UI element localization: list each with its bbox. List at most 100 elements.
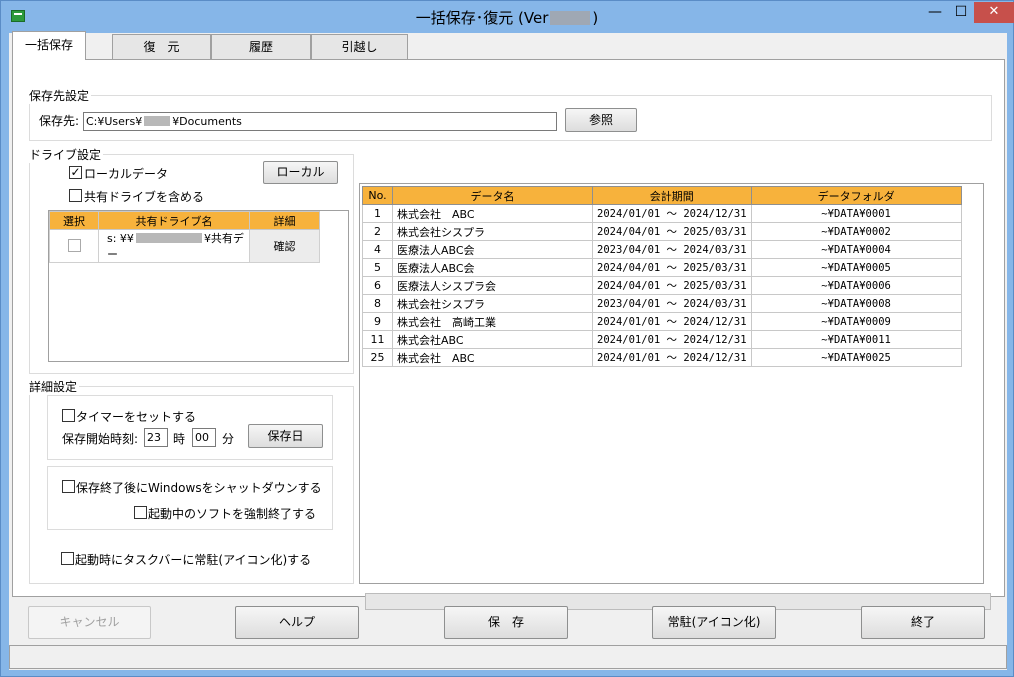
table-row[interactable]: 8 株式会社シスプラ 2023/04/01 ～ 2024/03/31 ~¥DATA¥0… (362, 294, 962, 313)
table-row[interactable]: 6 医療法人シスプラ会 2024/04/01 ～ 2025/03/31 ~¥DATA¥… (362, 276, 962, 295)
force-quit-checkbox[interactable] (134, 506, 147, 519)
taskbar-checkbox[interactable] (61, 552, 74, 565)
col-data-name: データ名 (392, 186, 593, 205)
row-folder-cell: ~¥DATA¥0008 (750, 294, 962, 313)
drive-select-checkbox[interactable] (67, 239, 81, 252)
table-row[interactable]: 2 株式会社シスプラ 2024/04/01 ～ 2025/03/31 ~¥DATA¥0… (362, 222, 962, 241)
row-name-cell: 医療法人ABC会 (392, 258, 593, 277)
minimize-button[interactable]: — (922, 2, 948, 23)
detail-settings-title: 詳細設定 (29, 378, 80, 395)
col-data-folder: データフォルダ (750, 186, 962, 205)
drive-settings-title: ドライブ設定 (29, 146, 104, 163)
tab-history[interactable]: 履歴 (211, 34, 311, 59)
row-no-cell: 25 (362, 348, 393, 367)
cancel-button[interactable]: キャンセル (28, 606, 151, 639)
row-period-cell: 2024/01/01 ～ 2024/12/31 (592, 204, 752, 223)
row-no-cell: 6 (362, 276, 393, 295)
col-no: No. (362, 186, 393, 205)
row-name-cell: 株式会社シスプラ (392, 222, 593, 241)
shutdown-label: 保存終了後にWindowsをシャットダウンする (76, 481, 322, 495)
tab-restore[interactable]: 復 元 (112, 34, 211, 59)
shared-drive-table: 選択 共有ドライブ名 詳細 s: ¥¥ ¥共有デー 確認 (49, 211, 320, 263)
save-day-button[interactable]: 保存日 (248, 424, 323, 448)
tab-migration[interactable]: 引越し (311, 34, 408, 59)
browse-button[interactable]: 参照 (565, 108, 637, 132)
maximize-button[interactable]: ☐ (948, 2, 974, 23)
close-button[interactable]: ✕ (974, 2, 1014, 23)
save-path-suffix: ¥Documents (172, 115, 242, 128)
resident-button[interactable]: 常駐(アイコン化) (652, 606, 776, 639)
local-data-label: ローカルデータ (84, 167, 169, 181)
row-period-cell: 2024/04/01 ～ 2025/03/31 (592, 276, 752, 295)
row-folder-cell: ~¥DATA¥0001 (750, 204, 962, 223)
help-button[interactable]: ヘルプ (235, 606, 359, 639)
select-cell[interactable] (49, 229, 99, 263)
row-name-cell: 株式会社 ABC (392, 204, 593, 223)
row-no-cell: 2 (362, 222, 393, 241)
start-time-label: 保存開始時刻: (62, 432, 139, 446)
local-button[interactable]: ローカル (263, 161, 338, 184)
row-folder-cell: ~¥DATA¥0005 (750, 258, 962, 277)
hour-unit: 時 (173, 432, 186, 446)
row-period-cell: 2024/01/01 ～ 2024/12/31 (592, 348, 752, 367)
row-name-cell: 医療法人シスプラ会 (392, 276, 593, 295)
shared-drive-name-cell: s: ¥¥ ¥共有デー (98, 229, 250, 263)
status-bar (9, 645, 1007, 669)
table-row[interactable]: 4 医療法人ABC会 2023/04/01 ～ 2024/03/31 ~¥DATA¥0… (362, 240, 962, 259)
row-name-cell: 株式会社 高崎工業 (392, 312, 593, 331)
data-table: No. データ名 会計期間 データフォルダ 1 株式会社 ABC 2024/01/0… (362, 186, 962, 367)
window-title-prefix: 一括保存･復元 (Ver (415, 9, 549, 27)
include-shared-checkbox[interactable] (69, 189, 82, 202)
table-row[interactable]: 5 医療法人ABC会 2024/04/01 ～ 2025/03/31 ~¥DATA¥0… (362, 258, 962, 277)
row-no-cell: 11 (362, 330, 393, 349)
row-period-cell: 2023/04/01 ～ 2024/03/31 (592, 240, 752, 259)
row-no-cell: 1 (362, 204, 393, 223)
shutdown-checkbox[interactable] (62, 480, 75, 493)
row-period-cell: 2024/04/01 ～ 2025/03/31 (592, 222, 752, 241)
row-period-cell: 2024/01/01 ～ 2024/12/31 (592, 312, 752, 331)
table-row[interactable]: 9 株式会社 高崎工業 2024/01/01 ～ 2024/12/31 ~¥DATA¥… (362, 312, 962, 331)
table-row[interactable]: s: ¥¥ ¥共有デー 確認 (49, 229, 320, 263)
row-folder-cell: ~¥DATA¥0004 (750, 240, 962, 259)
table-row[interactable]: 25 株式会社 ABC 2024/01/01 ～ 2024/12/31 ~¥DATA¥… (362, 348, 962, 367)
tab-bulk-save[interactable]: 一括保存 (12, 31, 86, 60)
table-row[interactable]: 11 株式会社ABC 2024/01/01 ～ 2024/12/31 ~¥DATA¥0… (362, 330, 962, 349)
save-destination-label: 保存先: (39, 114, 80, 128)
hour-field[interactable]: 23 (144, 428, 168, 447)
row-folder-cell: ~¥DATA¥0002 (750, 222, 962, 241)
row-name-cell: 医療法人ABC会 (392, 240, 593, 259)
row-no-cell: 5 (362, 258, 393, 277)
save-button[interactable]: 保 存 (444, 606, 568, 639)
row-period-cell: 2024/04/01 ～ 2025/03/31 (592, 258, 752, 277)
client-area: 一括保存 復 元 履歴 引越し 保存先設定 保存先: C:¥Users¥ ¥Doc… (9, 31, 1007, 670)
col-detail: 詳細 (249, 211, 320, 230)
window-title-suffix: ) (592, 9, 599, 27)
col-select: 選択 (49, 211, 99, 230)
minute-unit: 分 (222, 432, 235, 446)
confirm-button[interactable]: 確認 (249, 229, 320, 263)
col-period: 会計期間 (592, 186, 752, 205)
row-no-cell: 9 (362, 312, 393, 331)
include-shared-label: 共有ドライブを含める (84, 190, 205, 204)
row-no-cell: 8 (362, 294, 393, 313)
minute-field[interactable]: 00 (192, 428, 216, 447)
row-folder-cell: ~¥DATA¥0006 (750, 276, 962, 295)
save-path-prefix: C:¥Users¥ (86, 115, 143, 128)
window-title: 一括保存･復元 (Ver) (1, 7, 1013, 28)
row-name-cell: 株式会社ABC (392, 330, 593, 349)
row-no-cell: 4 (362, 240, 393, 259)
redacted-username (144, 116, 171, 126)
row-folder-cell: ~¥DATA¥0025 (750, 348, 962, 367)
title-bar[interactable]: 一括保存･復元 (Ver) — ☐ ✕ (1, 1, 1014, 33)
taskbar-label: 起動時にタスクバーに常駐(アイコン化)する (75, 553, 312, 567)
redacted-drive-path (135, 233, 202, 243)
timer-checkbox[interactable] (62, 409, 75, 422)
table-row[interactable]: 1 株式会社 ABC 2024/01/01 ～ 2024/12/31 ~¥DATA¥0… (362, 204, 962, 223)
row-folder-cell: ~¥DATA¥0009 (750, 312, 962, 331)
row-name-cell: 株式会社 ABC (392, 348, 593, 367)
drive-prefix: s: ¥¥ (107, 232, 134, 245)
local-data-checkbox[interactable]: ✓ (69, 166, 82, 179)
row-name-cell: 株式会社シスプラ (392, 294, 593, 313)
save-path-field[interactable]: C:¥Users¥ ¥Documents (83, 112, 557, 131)
exit-button[interactable]: 終了 (861, 606, 985, 639)
